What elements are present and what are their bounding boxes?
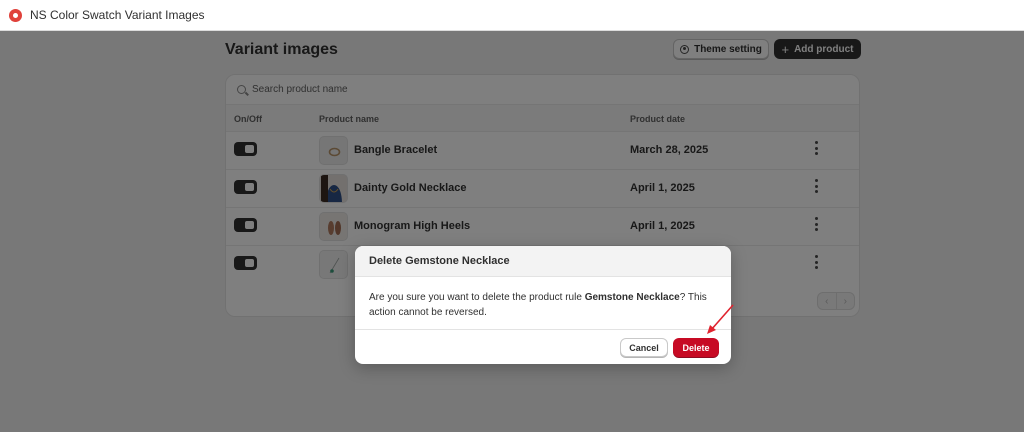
app-title: NS Color Swatch Variant Images — [30, 8, 205, 22]
dialog-footer: Cancel Delete — [355, 330, 731, 363]
delete-button[interactable]: Delete — [673, 338, 719, 357]
dialog-product-name: Gemstone Necklace — [584, 292, 680, 303]
dialog-message: Are you sure you want to delete the prod… — [355, 277, 731, 330]
app-logo-icon — [9, 8, 22, 22]
delete-confirmation-dialog: Delete Gemstone Necklace Are you sure yo… — [355, 246, 731, 364]
app-titlebar: NS Color Swatch Variant Images — [0, 0, 1024, 31]
dialog-message-prefix: Are you sure you want to delete the prod… — [369, 292, 585, 303]
modal-backdrop[interactable] — [0, 31, 1024, 432]
dialog-title: Delete Gemstone Necklace — [355, 246, 731, 277]
cancel-button[interactable]: Cancel — [620, 338, 668, 357]
